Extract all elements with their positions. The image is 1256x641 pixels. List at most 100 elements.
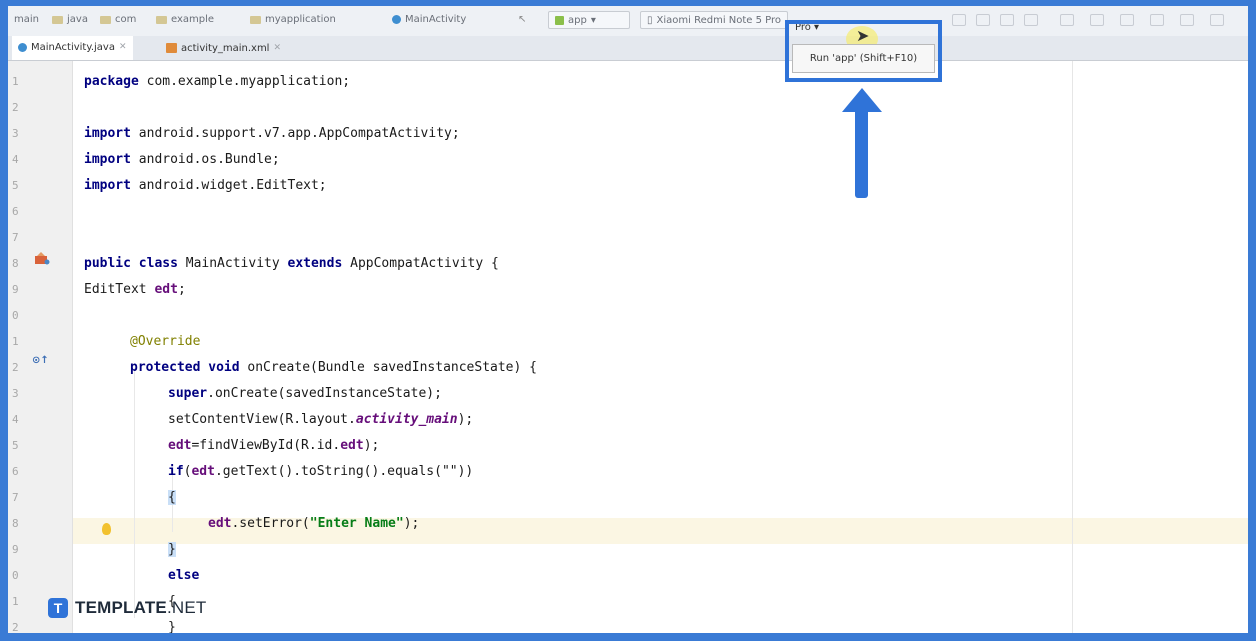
- line-number: 3: [12, 387, 19, 400]
- line-number: 8: [12, 517, 19, 530]
- code-line-open-brace: {: [168, 490, 176, 505]
- tab-mainactivity[interactable]: MainActivity.java ✕: [12, 36, 133, 60]
- import-path: android.widget.EditText;: [138, 178, 327, 193]
- search-icon[interactable]: [1180, 14, 1194, 26]
- sdk-manager-icon[interactable]: [1120, 14, 1134, 26]
- code-line-annotation: @Override: [130, 334, 201, 349]
- line-number: 9: [12, 543, 19, 556]
- device-label: Xiaomi Redmi Note 5 Pro: [656, 14, 782, 26]
- settings-icon[interactable]: [1210, 14, 1224, 26]
- class-icon: [392, 15, 401, 24]
- override-marker-icon[interactable]: ⊙↑: [32, 355, 49, 366]
- debug-icon[interactable]: [952, 14, 966, 26]
- package-name: com.example.myapplication;: [146, 74, 351, 89]
- breadcrumb-main[interactable]: main: [14, 14, 39, 25]
- find-view-call: =findViewById(R.id.: [191, 438, 341, 453]
- breadcrumb-java[interactable]: java: [52, 14, 88, 25]
- breadcrumb-com[interactable]: com: [100, 14, 136, 25]
- line-number: 8: [12, 257, 19, 270]
- stop-icon[interactable]: [1024, 14, 1038, 26]
- line-number: 7: [12, 231, 19, 244]
- line-number: 0: [12, 569, 19, 582]
- field-name: edt: [191, 464, 215, 479]
- set-error-call: .setError(: [231, 516, 310, 531]
- folder-icon: [52, 15, 63, 24]
- structure-icon[interactable]: [1150, 14, 1164, 26]
- code-line-package: package com.example.myapplication;: [84, 74, 351, 89]
- breadcrumb-example[interactable]: example: [156, 14, 214, 25]
- editor-tabs: MainActivity.java ✕ activity_main.xml ✕: [8, 36, 1248, 61]
- profile-icon[interactable]: [976, 14, 990, 26]
- import-path: android.support.v7.app.AppCompatActivity…: [138, 126, 460, 141]
- field-name: edt: [154, 282, 178, 297]
- class-name: MainActivity: [185, 256, 280, 271]
- breadcrumb-myapplication[interactable]: myapplication: [250, 14, 336, 25]
- line-number: 4: [12, 153, 19, 166]
- sync-icon[interactable]: [1060, 14, 1074, 26]
- device-select[interactable]: ▯ Xiaomi Redmi Note 5 Pro: [640, 11, 788, 29]
- code-line-class: public class MainActivity extends AppCom…: [84, 256, 499, 271]
- avd-manager-icon[interactable]: [1090, 14, 1104, 26]
- editor-gutter: 1 2 3 4 5 6 7 8 9 0 1 2 3 4 5 6 7 8 9 0 …: [8, 61, 73, 633]
- android-icon: [555, 15, 564, 25]
- code-line-seterror: edt.setError("Enter Name");: [208, 516, 420, 531]
- chevron-down-icon: ▾: [590, 14, 596, 26]
- watermark-brand: TEMPLATE: [75, 598, 167, 617]
- line-number: 3: [12, 127, 19, 140]
- if-condition: .getText().toString().equals("")): [214, 464, 474, 479]
- template-logo-icon: T: [48, 598, 68, 618]
- watermark-text: TEMPLATE.NET: [75, 598, 206, 618]
- code-line-import: import android.support.v7.app.AppCompatA…: [84, 126, 460, 141]
- class-icon: [18, 42, 27, 52]
- attach-icon[interactable]: [1000, 14, 1014, 26]
- breadcrumb-label: myapplication: [265, 14, 336, 25]
- run-class-icon[interactable]: [34, 251, 50, 265]
- code-line-if: if(edt.getText().toString().equals("")): [168, 464, 474, 479]
- layout-name: activity_main: [355, 412, 458, 427]
- line-number: 9: [12, 283, 19, 296]
- super-call: onCreate(savedInstanceState);: [214, 386, 442, 401]
- field-name: edt: [168, 438, 192, 453]
- phone-icon: ▯: [647, 14, 653, 26]
- field-name: edt: [340, 438, 364, 453]
- watermark-suffix: .NET: [166, 598, 207, 617]
- breadcrumb-mainactivity[interactable]: MainActivity: [392, 14, 466, 25]
- code-lines: package com.example.myapplication; impor…: [84, 61, 1248, 633]
- back-arrow-icon[interactable]: ↖: [518, 14, 526, 25]
- run-config-select[interactable]: app ▾: [548, 11, 630, 29]
- line-number: 1: [12, 595, 19, 608]
- code-line-close-brace: }: [168, 542, 176, 557]
- line-number: 0: [12, 309, 19, 322]
- tab-label: MainActivity.java: [31, 41, 115, 53]
- field-name: edt: [208, 516, 232, 531]
- tab-activity-main[interactable]: activity_main.xml ✕: [160, 36, 287, 60]
- superclass-name: AppCompatActivity: [350, 256, 484, 271]
- screenshot-frame: main java com example myapplication Main…: [0, 0, 1256, 641]
- code-line-findview: edt=findViewById(R.id.edt);: [168, 438, 380, 453]
- run-button-highlight-box: [785, 20, 942, 82]
- line-number: 4: [12, 413, 19, 426]
- pointer-arrow-shaft: [855, 108, 868, 198]
- line-number: 2: [12, 361, 19, 374]
- error-message-string: "Enter Name": [309, 516, 404, 531]
- import-path: android.os.Bundle;: [138, 152, 280, 167]
- breadcrumb-label: main: [14, 14, 39, 25]
- code-line-super: super.onCreate(savedInstanceState);: [168, 386, 442, 401]
- line-number: 2: [12, 101, 19, 114]
- breadcrumb-label: MainActivity: [405, 14, 467, 25]
- template-watermark: T TEMPLATE.NET: [48, 598, 206, 618]
- line-number: 6: [12, 205, 19, 218]
- navigation-bar: main java com example myapplication Main…: [8, 6, 1248, 37]
- folder-icon: [100, 15, 111, 24]
- close-icon[interactable]: ✕: [119, 42, 127, 52]
- xml-file-icon: [166, 43, 177, 53]
- close-icon[interactable]: ✕: [273, 43, 281, 53]
- folder-icon: [156, 15, 167, 24]
- breadcrumb-label: com: [115, 14, 137, 25]
- field-type: EditText: [84, 282, 147, 297]
- tab-label: activity_main.xml: [181, 42, 270, 54]
- run-config-label: app: [568, 14, 587, 26]
- breadcrumb-label: example: [171, 14, 215, 25]
- line-number: 6: [12, 465, 19, 478]
- breadcrumb-label: java: [67, 14, 88, 25]
